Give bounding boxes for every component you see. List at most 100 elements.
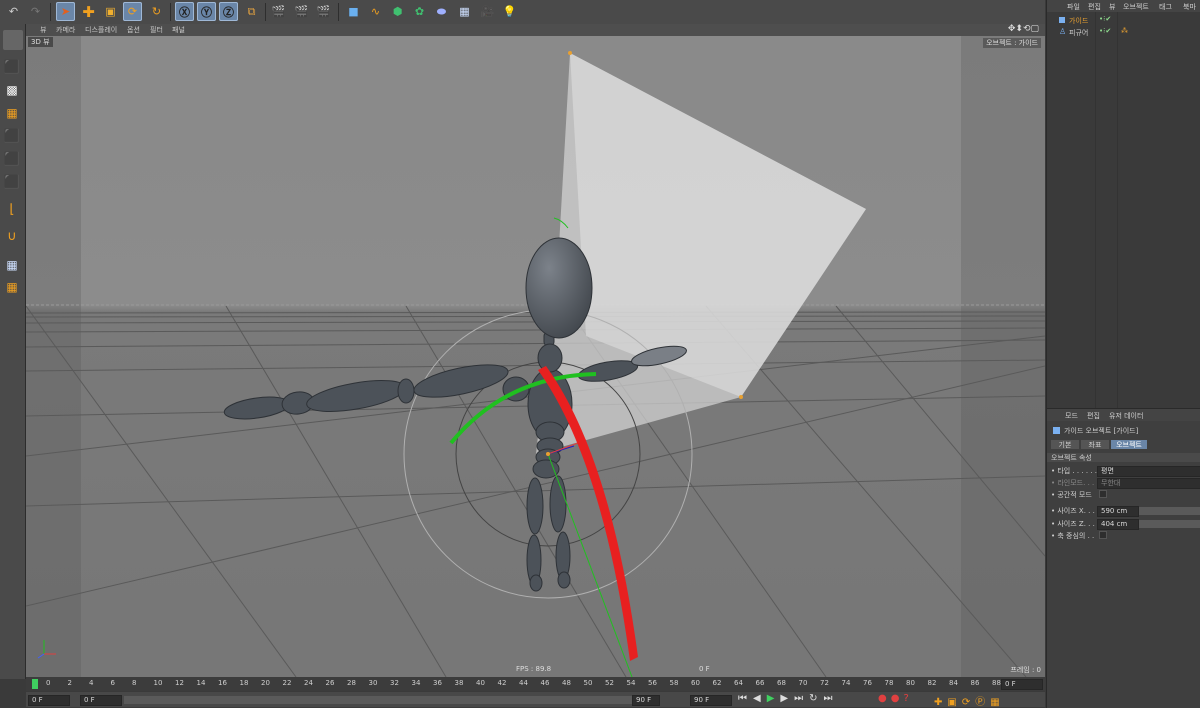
snap-magnet-icon[interactable]: ∪ (3, 227, 21, 245)
timeline-ruler[interactable]: 0 2 4 6 8 10 12 14 16 18 20 22 24 26 28 30 32 34 36 38 40 42 4… (26, 677, 1045, 691)
transport-bar: 0 F 0 F 90 F 90 F ⏮◀▶▶⏭↻⏭ ●●? ✚▣⟳Ⓟ▦ (26, 692, 1045, 708)
cube-object-icon[interactable]: ■ (344, 2, 363, 21)
workplane-icon[interactable]: ▦ (3, 256, 21, 274)
visibility-check-icon[interactable]: •⁝✔ (1099, 27, 1111, 35)
light-icon[interactable]: 💡 (500, 2, 519, 21)
start-frame-field[interactable]: 0 F (28, 695, 70, 706)
axis-center-checkbox[interactable] (1099, 531, 1107, 539)
texture-mode-icon[interactable]: ▩ (3, 81, 21, 99)
make-editable-icon[interactable] (3, 30, 23, 50)
prop-type-label: • 타입 . . . . . . . (1051, 467, 1102, 475)
prop-sizez-label: • 사이즈 Z. . . (1051, 520, 1095, 528)
viewport-menu-view[interactable]: 뷰 (40, 25, 46, 35)
timeline-tick-label: 20 (261, 679, 270, 687)
object-name: 피규어 (1069, 29, 1089, 37)
floor-icon[interactable]: ▦ (453, 2, 476, 21)
timeline-tick-label: 56 (648, 679, 657, 687)
size-z-input[interactable]: 404 cm (1097, 519, 1139, 530)
object-manager-menu: 파일 편집 뷰 오브젝트 태그 북마 (1047, 0, 1200, 12)
workplane-mode-icon[interactable]: ▦ (3, 104, 21, 122)
tab-object[interactable]: 오브젝트 (1111, 440, 1147, 449)
om-menu-view[interactable]: 뷰 (1109, 2, 1115, 12)
timeline-tick-label: 52 (605, 679, 614, 687)
edges-mode-icon[interactable]: ⬛ (3, 150, 21, 168)
frame-readout: 0 F (699, 665, 710, 673)
render-picture-viewer-icon[interactable]: 🎬 (292, 2, 311, 21)
spatial-mode-checkbox[interactable] (1099, 490, 1107, 498)
polygons-mode-icon[interactable]: ⬛ (3, 173, 21, 191)
recent-tool-icon[interactable]: ↻ (147, 2, 166, 21)
object-row-guide[interactable]: 가이드 •⁝✔ (1047, 15, 1200, 26)
size-x-input[interactable]: 590 cm (1097, 506, 1139, 517)
y-axis-lock-icon[interactable]: Ⓨ (197, 2, 216, 21)
om-menu-bookmarks[interactable]: 북마 (1183, 2, 1196, 12)
size-z-slider[interactable] (1139, 520, 1200, 528)
model-mode-icon[interactable]: ⬛ (3, 58, 21, 76)
om-menu-edit[interactable]: 편집 (1088, 2, 1101, 12)
select-arrow-icon[interactable]: ➤ (56, 2, 75, 21)
viewport-menu-options[interactable]: 옵션 (127, 25, 140, 35)
redo-icon[interactable]: ↷ (26, 2, 45, 21)
preview-end-field[interactable]: 90 F (632, 695, 660, 706)
viewport-nav-icons[interactable]: ✥⬍⟲▢ (1008, 24, 1039, 34)
axis-mode-icon[interactable]: ⌊ (3, 200, 21, 218)
timeline-tick-label: 14 (196, 679, 206, 687)
camera-label[interactable]: 오브젝트 : 가이드 (983, 38, 1041, 48)
spline-icon[interactable]: ∿ (366, 2, 385, 21)
am-menu-userdata[interactable]: 유저 데이터 (1109, 411, 1143, 421)
timeline-tick-label: 34 (411, 679, 421, 687)
size-x-slider[interactable] (1139, 507, 1200, 515)
preview-range-slider[interactable] (124, 696, 654, 704)
array-icon[interactable]: ✿ (410, 2, 429, 21)
record-keys-icon[interactable]: ●●? (878, 693, 913, 704)
visibility-check-icon[interactable]: •⁝✔ (1099, 15, 1111, 23)
timeline-tick-label: 2 (67, 679, 72, 687)
z-axis-lock-icon[interactable]: Ⓩ (219, 2, 238, 21)
render-view-icon[interactable]: 🎬 (269, 2, 288, 21)
3d-viewport[interactable]: 3D 뷰 오브젝트 : 가이드 FPS : 89.8 0 F 프레임 : 0 (26, 36, 1045, 677)
viewport-menu-panel[interactable]: 패널 (172, 25, 185, 35)
tab-basic[interactable]: 기본 (1051, 440, 1079, 449)
prop-label: 공간적 모드 (1057, 491, 1092, 499)
x-axis-lock-icon[interactable]: Ⓧ (175, 2, 194, 21)
viewport-menu-filter[interactable]: 필터 (150, 25, 163, 35)
timeline-tick-label: 6 (110, 679, 115, 687)
attribute-manager-menu: 모드 편집 유저 데이터 (1047, 409, 1200, 421)
tab-coordinates[interactable]: 좌표 (1081, 440, 1109, 449)
om-menu-objects[interactable]: 오브젝트 (1123, 2, 1149, 12)
end-frame-field[interactable]: 90 F (690, 695, 732, 706)
object-row-figure[interactable]: ♙ 피규어 •⁝✔ ⁂ (1047, 27, 1200, 38)
am-menu-edit[interactable]: 편집 (1087, 411, 1100, 421)
preview-start-field[interactable]: 0 F (80, 695, 122, 706)
coordinate-system-icon[interactable]: ⧉ (242, 2, 261, 21)
camera-icon[interactable]: 🎥 (478, 2, 497, 21)
nurbs-icon[interactable]: ⬢ (388, 2, 407, 21)
playback-controls[interactable]: ⏮◀▶▶⏭↻⏭ (738, 693, 838, 704)
tag-icon[interactable]: ⁂ (1121, 27, 1128, 35)
deformer-icon[interactable]: ⬬ (432, 2, 451, 21)
am-menu-mode[interactable]: 모드 (1065, 411, 1078, 421)
move-icon[interactable]: ✚ (79, 2, 98, 21)
current-frame-field[interactable]: 0 F (1001, 679, 1043, 690)
om-menu-tags[interactable]: 태그 (1159, 2, 1172, 12)
key-type-icons[interactable]: ✚▣⟳Ⓟ▦ (934, 693, 1005, 708)
locked-workplane-icon[interactable]: ▦ (3, 278, 21, 296)
om-menu-file[interactable]: 파일 (1067, 2, 1080, 12)
guide-object-icon (1053, 427, 1060, 434)
rotate-icon[interactable]: ⟳ (123, 2, 142, 21)
viewport-menu-camera[interactable]: 카메라 (56, 25, 75, 35)
timeline-tick-label: 50 (583, 679, 593, 687)
attribute-title: 가이드 오브젝트 [가이드] (1064, 427, 1139, 435)
render-settings-icon[interactable]: 🎬 (314, 2, 333, 21)
undo-icon[interactable]: ↶ (4, 2, 23, 21)
scale-icon[interactable]: ▣ (101, 2, 120, 21)
viewport-menu-display[interactable]: 디스플레이 (85, 25, 117, 35)
linemode-dropdown[interactable]: 무한대 (1097, 478, 1200, 489)
figure-object-icon: ♙ (1059, 27, 1067, 36)
timeline-tick-label: 10 (153, 679, 163, 687)
timeline-tick-label: 76 (863, 679, 872, 687)
object-name: 가이드 (1069, 17, 1089, 25)
points-mode-icon[interactable]: ⬛ (3, 127, 21, 145)
type-dropdown[interactable]: 평면 (1097, 466, 1200, 477)
playhead[interactable] (32, 679, 38, 689)
